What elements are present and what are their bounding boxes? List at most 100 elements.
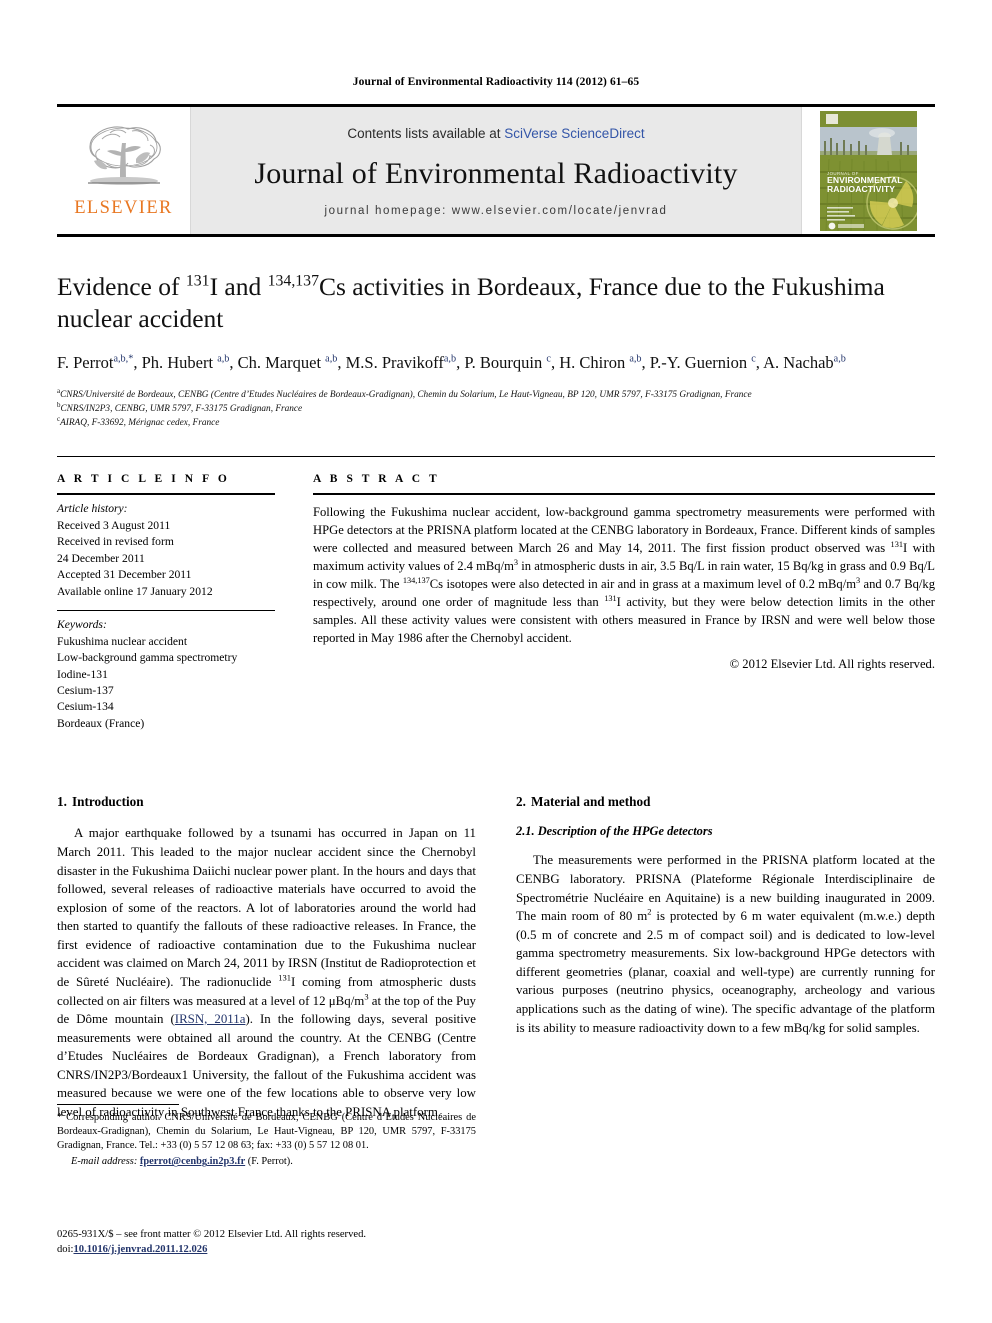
author-affil-marker[interactable]: a,b,* <box>113 354 133 365</box>
section-heading-material-method: 2. Material and method <box>516 794 935 810</box>
author-name: Ch. Marquet <box>237 353 326 373</box>
author-entry: M.S. Pravikoffa,b, <box>346 353 465 372</box>
affiliation-list: aCNRS/Université de Bordeaux, CENBG (Cen… <box>57 387 935 431</box>
abstract-seg: Cs isotopes were also detected in air an… <box>429 577 857 592</box>
right-column: 2. Material and method 2.1. Description o… <box>516 794 935 1133</box>
history-item: Available online 17 January 2012 <box>57 584 213 598</box>
contents-list-line: Contents lists available at SciVerse Sci… <box>347 126 644 141</box>
journal-cover-thumbnail: JOURNAL OF ENVIRONMENTAL RADIOACTIVITY <box>801 107 935 234</box>
history-item: Received in revised form <box>57 535 174 549</box>
history-item: 24 December 2011 <box>57 551 145 565</box>
svg-text:RADIOACTIVITY: RADIOACTIVITY <box>827 184 895 194</box>
corresponding-author-footnote: * Corresponding author. CNRS/Université … <box>57 1104 476 1167</box>
author-name: H. Chiron <box>559 353 630 373</box>
info-abstract-band: A R T I C L E I N F O Article history: R… <box>57 456 935 742</box>
title-sup-131: 131 <box>185 272 210 290</box>
footnote-body: Corresponding author. CNRS/Université de… <box>57 1112 476 1152</box>
contents-prefix: Contents lists available at <box>347 126 505 141</box>
body-columns: 1. Introduction A major earthquake follow… <box>57 794 935 1133</box>
title-seg-2: I and <box>209 272 268 301</box>
author-name: A. Nachab <box>763 353 834 373</box>
author-entry: A. Nachaba,b <box>763 353 846 372</box>
author-entry: H. Chiron a,b, <box>559 353 650 372</box>
affiliation-text: CNRS/Université de Bordeaux, CENBG (Cent… <box>60 389 752 400</box>
keywords-group: Keywords: Fukushima nuclear accident Low… <box>57 611 275 742</box>
left-column: 1. Introduction A major earthquake follow… <box>57 794 476 1133</box>
author-entry: F. Perrota,b,*, <box>57 353 142 372</box>
citation-link-irsn-2011a[interactable]: IRSN, 2011a <box>175 1012 246 1026</box>
title-block: Evidence of 131I and 134,137Cs activitie… <box>57 271 935 430</box>
keyword-item: Fukushima nuclear accident <box>57 634 188 648</box>
section-heading-introduction: 1. Introduction <box>57 794 476 810</box>
footnote-rule <box>57 1104 179 1105</box>
author-list: F. Perrota,b,*, Ph. Hubert a,b, Ch. Marq… <box>57 351 935 374</box>
article-info-column: A R T I C L E I N F O Article history: R… <box>57 473 305 742</box>
author-affil-marker[interactable]: a,b <box>629 354 641 365</box>
affiliation-text: CNRS/IN2P3, CENBG, UMR 5797, F-33175 Gra… <box>60 403 303 414</box>
affiliation-text: AIRAQ, F-33692, Mérignac cedex, France <box>60 417 220 428</box>
section-title: Introduction <box>72 794 144 810</box>
para-sup: 131 <box>278 972 292 983</box>
article-info-heading: A R T I C L E I N F O <box>57 473 230 486</box>
author-entry: Ph. Hubert a,b, <box>142 353 238 372</box>
title-seg-1: Evidence of <box>57 272 186 301</box>
issn-line: 0265-931X/$ – see front matter © 2012 El… <box>57 1229 367 1240</box>
doi-link[interactable]: 10.1016/j.jenvrad.2011.12.026 <box>73 1244 207 1255</box>
author-entry: P.-Y. Guernion c, <box>650 353 763 372</box>
doi-label: doi: <box>57 1243 74 1255</box>
hpge-paragraph: The measurements were performed in the P… <box>516 851 935 1037</box>
cover-image: JOURNAL OF ENVIRONMENTAL RADIOACTIVITY <box>820 110 917 231</box>
email-label: E-mail address: <box>71 1156 138 1168</box>
elsevier-wordmark: ELSEVIER <box>74 197 173 218</box>
journal-title: Journal of Environmental Radioactivity <box>254 157 738 190</box>
abstract-copyright: © 2012 Elsevier Ltd. All rights reserved… <box>729 657 935 672</box>
author-name: P. Bourquin <box>464 353 547 373</box>
abstract-sup: 131 <box>890 540 903 550</box>
author-sep: , <box>133 353 142 373</box>
subsection-number: 2.1. <box>516 824 535 839</box>
section-number: 1. <box>57 794 67 810</box>
para-seg: ). In the following days, several positi… <box>57 1012 477 1120</box>
journal-homepage-line[interactable]: journal homepage: www.elsevier.com/locat… <box>324 205 667 217</box>
abstract-sup: 134,137 <box>402 576 430 586</box>
email-owner: (F. Perrot). <box>247 1156 293 1168</box>
author-entry: P. Bourquin c, <box>464 353 559 372</box>
keywords-heading: Keywords: <box>57 618 107 632</box>
abstract-sup: 131 <box>604 594 617 604</box>
running-head: Journal of Environmental Radioactivity 1… <box>352 76 640 88</box>
author-entry: Ch. Marquet a,b, <box>238 353 346 372</box>
author-name: P.-Y. Guernion <box>649 353 752 373</box>
email-link[interactable]: fperrot@cenbg.in2p3.fr <box>140 1156 245 1167</box>
para-seg: is protected by 6 m water equivalent (m.… <box>516 909 936 1035</box>
doi-line: doi:10.1016/j.jenvrad.2011.12.026 <box>57 1243 507 1258</box>
author-sep: , <box>755 353 764 373</box>
author-affil-marker[interactable]: a,b <box>444 354 456 365</box>
footnote-email-line: E-mail address: fperrot@cenbg.in2p3.fr (… <box>57 1156 476 1167</box>
abstract-body: Following the Fukushima nuclear accident… <box>313 495 935 647</box>
author-affil-marker[interactable]: a,b <box>325 354 337 365</box>
author-affil-marker[interactable]: a,b <box>834 354 846 365</box>
section-title: Material and method <box>531 794 651 810</box>
keyword-item: Bordeaux (France) <box>57 716 145 730</box>
affiliation-item: bCNRS/IN2P3, CENBG, UMR 5797, F-33175 Gr… <box>57 401 935 417</box>
page-title: Evidence of 131I and 134,137Cs activitie… <box>57 271 935 335</box>
article-history-heading: Article history: <box>57 502 128 516</box>
para-seg: A major earthquake followed by a tsunami… <box>57 826 476 989</box>
journal-masthead: ELSEVIER Contents lists available at Sci… <box>57 104 935 237</box>
footnote-text: * Corresponding author. CNRS/Université … <box>57 1111 476 1153</box>
keyword-item: Low-background gamma spectrometry <box>57 651 238 665</box>
issn-doi-block: 0265-931X/$ – see front matter © 2012 El… <box>57 1228 507 1258</box>
author-sep: , <box>229 353 238 373</box>
abstract-seg: Following the Fukushima nuclear accident… <box>313 505 935 556</box>
author-sep: , <box>641 353 650 373</box>
history-item: Received 3 August 2011 <box>57 518 171 532</box>
author-affil-marker[interactable]: a,b <box>217 354 229 365</box>
cover-artwork-icon: JOURNAL OF ENVIRONMENTAL RADIOACTIVITY <box>820 110 917 231</box>
masthead-center: Contents lists available at SciVerse Sci… <box>191 107 801 234</box>
sciencedirect-link[interactable]: SciVerse ScienceDirect <box>504 126 644 141</box>
author-sep: , <box>337 353 346 373</box>
article-page: Journal of Environmental Radioactivity 1… <box>0 0 992 1323</box>
history-item: Accepted 31 December 2011 <box>57 568 192 582</box>
affiliation-item: cAIRAQ, F-33692, Mérignac cedex, France <box>57 415 935 431</box>
author-sep: , <box>550 353 560 373</box>
